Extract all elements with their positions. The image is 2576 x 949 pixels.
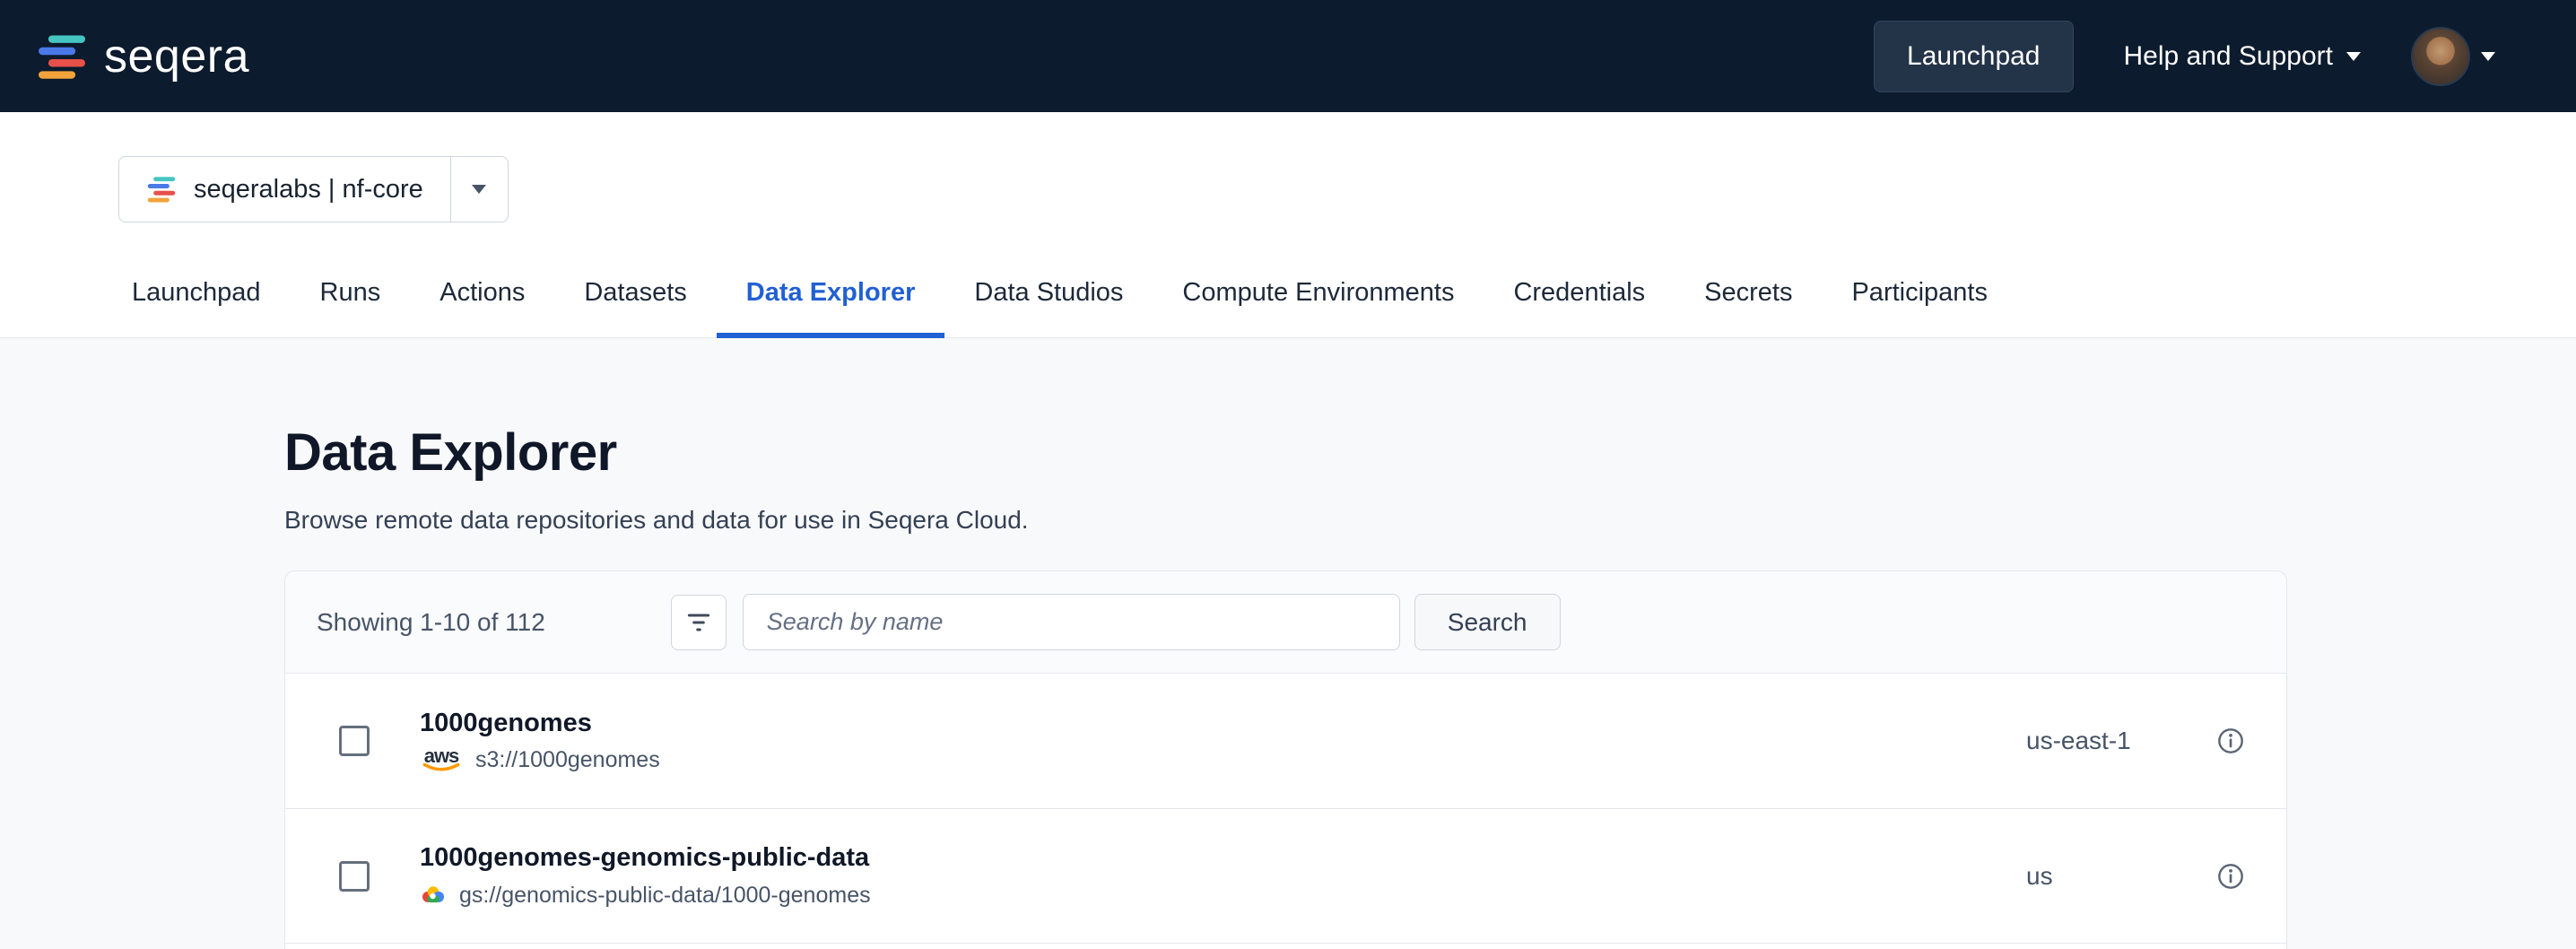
google-cloud-icon (420, 882, 447, 909)
user-avatar (2411, 27, 2470, 86)
bucket-region: us (2026, 862, 2216, 891)
search-button[interactable]: Search (1414, 594, 1561, 650)
chevron-down-icon (2481, 52, 2495, 61)
page-title: Data Explorer (284, 422, 2576, 483)
table-row[interactable]: 1000genomes aws s3://1000genomes us-east… (285, 674, 2286, 808)
workspace-org-icon (146, 174, 177, 205)
results-count: Showing 1-10 of 112 (317, 608, 545, 637)
info-button[interactable] (2216, 862, 2245, 891)
launchpad-button[interactable]: Launchpad (1874, 21, 2073, 92)
tab-secrets[interactable]: Secrets (1675, 253, 1822, 337)
bucket-uri-line: aws s3://1000genomes (420, 747, 2026, 774)
workspace-and-tabs-section: seqeralabs | nf-core Launchpad Runs Acti… (0, 112, 2576, 338)
main-content: Data Explorer Browse remote data reposit… (0, 338, 2576, 949)
bucket-uri-line: gs://genomics-public-data/1000-genomes (420, 882, 2026, 909)
filter-icon (684, 608, 713, 637)
row-info: 1000genomes aws s3://1000genomes (420, 709, 2026, 774)
bucket-region: us-east-1 (2026, 727, 2216, 755)
bucket-name: 1000genomes-genomics-public-data (420, 843, 2026, 873)
help-and-support-menu[interactable]: Help and Support (2124, 41, 2362, 72)
bucket-uri: gs://genomics-public-data/1000-genomes (459, 883, 871, 909)
seqera-home-link[interactable]: seqera (36, 30, 249, 83)
workspace-selector[interactable]: seqeralabs | nf-core (118, 156, 509, 222)
tab-datasets[interactable]: Datasets (554, 253, 716, 337)
row-checkbox[interactable] (339, 726, 370, 756)
workspace-selector-toggle[interactable] (450, 157, 508, 222)
top-navbar: seqera Launchpad Help and Support (0, 0, 2576, 112)
search-input[interactable] (743, 594, 1400, 650)
workspace-bar: seqeralabs | nf-core (0, 112, 2576, 222)
info-icon (2216, 862, 2245, 891)
info-icon (2216, 727, 2245, 755)
help-and-support-label: Help and Support (2124, 41, 2334, 72)
chevron-down-icon (472, 185, 486, 194)
tab-actions[interactable]: Actions (410, 253, 554, 337)
seqera-logo-icon (36, 30, 88, 83)
table-row[interactable] (285, 943, 2286, 949)
tab-data-studios[interactable]: Data Studios (944, 253, 1153, 337)
row-info: 1000genomes-genomics-public-data gs://ge… (420, 843, 2026, 909)
row-checkbox[interactable] (339, 861, 370, 892)
workspace-selector-label: seqeralabs | nf-core (194, 175, 423, 205)
page-subtitle: Browse remote data repositories and data… (284, 504, 2576, 536)
info-button[interactable] (2216, 727, 2245, 755)
tab-compute-environments[interactable]: Compute Environments (1153, 253, 1484, 337)
data-explorer-panel: Showing 1-10 of 112 Search 1000genomes a… (284, 570, 2287, 949)
brand-wordmark: seqera (104, 30, 249, 83)
bucket-name: 1000genomes (420, 709, 2026, 738)
filter-button[interactable] (671, 595, 727, 650)
aws-icon: aws (420, 747, 463, 774)
tab-runs[interactable]: Runs (291, 253, 411, 337)
tab-launchpad[interactable]: Launchpad (102, 253, 291, 337)
chevron-down-icon (2346, 52, 2361, 61)
panel-toolbar: Showing 1-10 of 112 Search (285, 571, 2286, 674)
tab-participants[interactable]: Participants (1822, 253, 2017, 337)
tab-credentials[interactable]: Credentials (1484, 253, 1675, 337)
user-menu[interactable] (2411, 27, 2495, 86)
workspace-tabs: Launchpad Runs Actions Datasets Data Exp… (0, 253, 2576, 338)
workspace-selector-current[interactable]: seqeralabs | nf-core (119, 157, 450, 222)
navbar-right: Launchpad Help and Support (1874, 21, 2495, 92)
table-row[interactable]: 1000genomes-genomics-public-data gs://ge… (285, 808, 2286, 943)
tab-data-explorer[interactable]: Data Explorer (717, 253, 945, 337)
bucket-uri: s3://1000genomes (475, 747, 660, 773)
